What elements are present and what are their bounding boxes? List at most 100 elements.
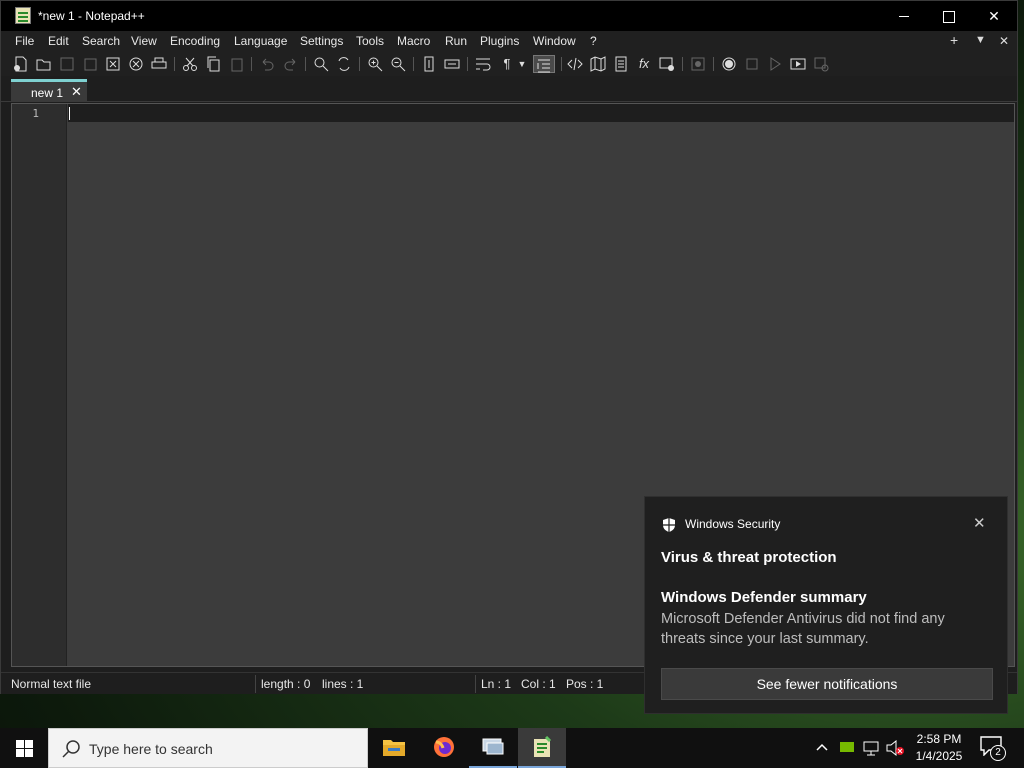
close-all-icon[interactable] (127, 55, 145, 73)
status-pos: Pos : 1 (566, 677, 604, 691)
menu-encoding[interactable]: Encoding (170, 34, 220, 48)
paste-icon[interactable] (228, 55, 246, 73)
line-number-gutter: 1 (12, 104, 67, 666)
title-bar[interactable]: *new 1 - Notepad++ ✕ (1, 1, 1017, 31)
clock-time: 2:58 PM (916, 732, 962, 746)
see-fewer-notifications-button[interactable]: See fewer notifications (661, 668, 993, 700)
save-macro-icon[interactable] (812, 55, 830, 73)
redo-icon[interactable] (282, 55, 300, 73)
find-icon[interactable] (312, 55, 330, 73)
windows-logo-icon (16, 740, 33, 757)
status-col: Col : 1 (521, 677, 556, 691)
tab-list-dropdown-button[interactable]: ▼ (975, 34, 986, 46)
clock-date: 1/4/2025 (915, 749, 963, 763)
indent-guide-icon[interactable] (533, 55, 555, 73)
folder-as-workspace-icon[interactable] (658, 55, 676, 73)
open-file-icon[interactable] (35, 55, 53, 73)
action-center-button[interactable]: 2 (980, 736, 1008, 761)
document-map-icon[interactable] (589, 55, 607, 73)
nvidia-icon[interactable] (840, 741, 854, 768)
menu-macro[interactable]: Macro (397, 34, 430, 48)
toolbar-separator (561, 57, 562, 71)
close-button[interactable]: ✕ (971, 1, 1017, 31)
function-list-icon[interactable]: fx (635, 55, 653, 73)
status-separator (255, 675, 256, 693)
taskbar-clock[interactable]: 2:58 PM 1/4/2025 (904, 731, 974, 765)
print-icon[interactable] (150, 55, 168, 73)
windows-security-notification[interactable]: Windows Security ✕ Virus & threat protec… (644, 496, 1008, 714)
toolbar-separator (713, 57, 714, 71)
menu-settings[interactable]: Settings (300, 34, 343, 48)
doc-list-icon[interactable] (612, 55, 630, 73)
network-icon[interactable] (862, 740, 880, 768)
tab-label: new 1 (31, 86, 64, 100)
notification-app-name: Windows Security (685, 517, 781, 531)
show-hidden-icons-chevron-icon[interactable] (815, 740, 829, 768)
close-icon[interactable] (104, 55, 122, 73)
menu-help[interactable]: ? (590, 34, 597, 48)
menu-tools[interactable]: Tools (356, 34, 384, 48)
line-number: 1 (32, 107, 39, 120)
volume-muted-icon[interactable] (886, 739, 904, 768)
notification-heading: Virus & threat protection (661, 549, 837, 566)
tab-bar: new 1 ✕ (1, 76, 1017, 102)
menu-bar: File Edit Search View Encoding Language … (1, 31, 1017, 52)
menu-run[interactable]: Run (445, 34, 467, 48)
notification-close-icon[interactable]: ✕ (973, 514, 986, 532)
notepad-plus-plus-icon (15, 7, 31, 24)
sync-vertical-icon[interactable] (420, 55, 438, 73)
firefox-icon[interactable] (420, 728, 468, 768)
maximize-button[interactable] (925, 1, 971, 31)
notification-body: Microsoft Defender Antivirus did not fin… (661, 611, 945, 647)
toolbar-separator (413, 57, 414, 71)
menu-search[interactable]: Search (82, 34, 120, 48)
toolbar: ¶ ▼ fx (1, 52, 1017, 76)
remote-desktop-icon[interactable] (469, 728, 517, 768)
toolbar-separator (174, 57, 175, 71)
save-icon[interactable] (58, 55, 76, 73)
record-macro-icon[interactable] (720, 55, 738, 73)
tab-new-1[interactable]: new 1 ✕ (11, 79, 87, 102)
show-all-chars-icon[interactable]: ¶ (498, 55, 516, 73)
menu-window[interactable]: Window (533, 34, 576, 48)
text-caret (69, 107, 70, 120)
file-explorer-icon[interactable] (370, 728, 418, 768)
toolbar-separator (305, 57, 306, 71)
menu-plugins[interactable]: Plugins (480, 34, 519, 48)
xml-icon[interactable] (566, 55, 584, 73)
current-line-highlight (68, 104, 1014, 122)
status-length: length : 0 (261, 677, 311, 691)
zoom-out-icon[interactable] (389, 55, 407, 73)
close-document-button[interactable]: ✕ (999, 34, 1009, 48)
start-button[interactable] (0, 728, 48, 768)
taskbar: Type here to search 2:58 PM 1/4/2025 2 (0, 728, 1024, 768)
menu-edit[interactable]: Edit (48, 34, 69, 48)
stop-macro-icon[interactable] (743, 55, 761, 73)
menu-language[interactable]: Language (234, 34, 287, 48)
play-macro-icon[interactable] (766, 55, 784, 73)
desktop: *new 1 - Notepad++ ✕ File Edit Search Vi… (0, 0, 1024, 768)
replace-icon[interactable] (335, 55, 353, 73)
save-all-icon[interactable] (81, 55, 99, 73)
taskbar-search-box[interactable]: Type here to search (48, 728, 368, 768)
monitoring-icon[interactable] (689, 55, 707, 73)
new-file-icon[interactable] (12, 55, 30, 73)
tab-close-icon[interactable]: ✕ (71, 84, 82, 100)
zoom-in-icon[interactable] (366, 55, 384, 73)
new-tab-plus-button[interactable]: + (950, 32, 958, 48)
menu-file[interactable]: File (15, 34, 34, 48)
sync-horizontal-icon[interactable] (443, 55, 461, 73)
search-placeholder: Type here to search (89, 741, 213, 757)
notepad-plus-plus-icon[interactable] (518, 728, 566, 768)
word-wrap-icon[interactable] (474, 55, 492, 73)
status-ln: Ln : 1 (481, 677, 512, 691)
copy-icon[interactable] (204, 55, 222, 73)
show-symbol-dropdown-icon[interactable]: ▼ (516, 55, 528, 73)
menu-view[interactable]: View (131, 34, 157, 48)
toolbar-separator (467, 57, 468, 71)
run-macro-multiple-icon[interactable] (789, 55, 807, 73)
undo-icon[interactable] (258, 55, 276, 73)
cut-icon[interactable] (181, 55, 199, 73)
minimize-button[interactable] (881, 1, 927, 31)
shield-icon (663, 518, 675, 532)
